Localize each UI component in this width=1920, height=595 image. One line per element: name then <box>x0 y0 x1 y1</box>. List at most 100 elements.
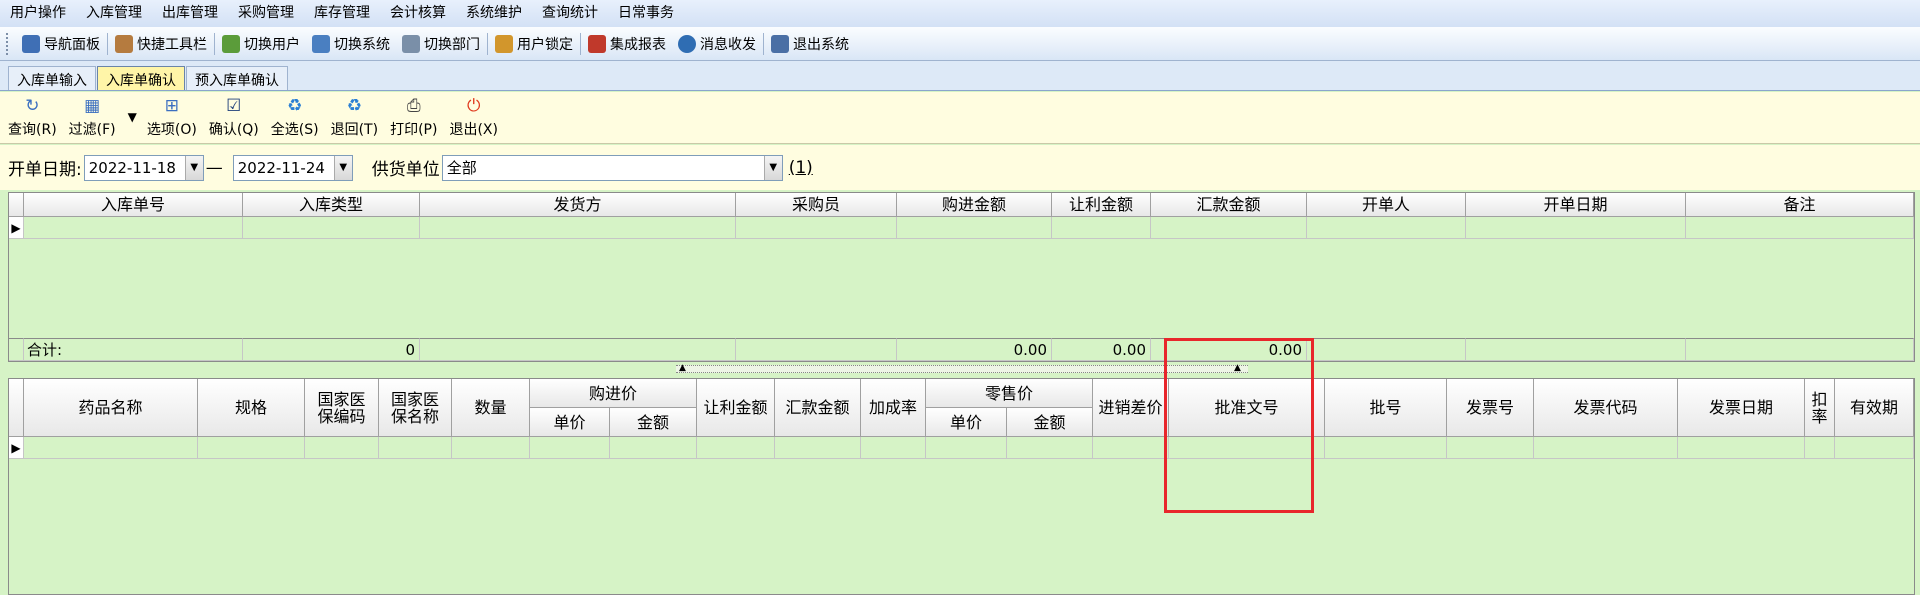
table-row[interactable] <box>198 437 305 459</box>
col-purchase-amount[interactable]: 购进金额 <box>897 193 1052 217</box>
switch-system-button[interactable]: 切换系统 <box>306 29 396 59</box>
col-issue-date[interactable]: 开单日期 <box>1466 193 1686 217</box>
table-row[interactable] <box>1151 217 1307 239</box>
table-row[interactable] <box>1686 217 1914 239</box>
switch-department-button[interactable]: 切换部门 <box>396 29 486 59</box>
table-row[interactable] <box>1093 437 1169 459</box>
menu-purchase[interactable]: 采购管理 <box>228 0 304 27</box>
menu-user-ops[interactable]: 用户操作 <box>0 0 76 27</box>
menu-daily-affairs[interactable]: 日常事务 <box>608 0 684 27</box>
print-button[interactable]: ⎙ 打印(P) <box>390 95 437 139</box>
table-row[interactable] <box>24 437 198 459</box>
col-purchase-amount[interactable]: 金额 <box>610 408 697 437</box>
chevron-down-icon[interactable]: ▼ <box>763 155 782 180</box>
col-remit-amount[interactable]: 汇款金额 <box>775 379 861 437</box>
col-purchase-price-group[interactable]: 购进价 <box>530 379 697 408</box>
filter-button[interactable]: ▦ 过滤(F) <box>69 95 116 139</box>
user-lock-button[interactable]: 用户锁定 <box>489 29 579 59</box>
col-deduction-rate[interactable]: 扣率 <box>1805 379 1835 437</box>
table-row[interactable] <box>1325 437 1447 459</box>
table-row[interactable] <box>897 217 1052 239</box>
col-order-no[interactable]: 入库单号 <box>24 193 243 217</box>
col-drug-name[interactable]: 药品名称 <box>24 379 198 437</box>
table-row[interactable] <box>736 217 897 239</box>
toolbar-grip[interactable] <box>6 32 10 55</box>
table-row[interactable] <box>1007 437 1093 459</box>
col-margin-difference[interactable]: 进销差价 <box>1093 379 1169 437</box>
grid-splitter[interactable] <box>676 365 1248 373</box>
menu-stock-in[interactable]: 入库管理 <box>76 0 152 27</box>
table-row[interactable] <box>1307 217 1466 239</box>
col-remarks[interactable]: 备注 <box>1686 193 1914 217</box>
table-row[interactable] <box>1052 217 1151 239</box>
col-retail-price-group[interactable]: 零售价 <box>926 379 1093 408</box>
shortcut-toolbar-button[interactable]: 快捷工具栏 <box>109 29 213 59</box>
table-row[interactable] <box>861 437 926 459</box>
filter-dropdown-arrow-icon[interactable]: ▼ <box>128 110 137 124</box>
col-stock-in-type[interactable]: 入库类型 <box>243 193 420 217</box>
table-row[interactable] <box>697 437 775 459</box>
exit-system-button[interactable]: 退出系统 <box>765 29 855 59</box>
chevron-down-icon[interactable]: ▼ <box>333 155 352 180</box>
table-row[interactable] <box>926 437 1007 459</box>
supplier-count-link[interactable]: (1) <box>789 158 813 178</box>
table-row[interactable] <box>305 437 379 459</box>
col-discount-amount[interactable]: 让利金额 <box>1052 193 1151 217</box>
table-row[interactable] <box>1805 437 1835 459</box>
col-markup-rate[interactable]: 加成率 <box>861 379 926 437</box>
supplier-select[interactable]: 全部 ▼ <box>441 154 783 181</box>
col-invoice-number[interactable]: 发票号 <box>1447 379 1534 437</box>
select-all-button[interactable]: ♻ 全选(S) <box>271 95 319 139</box>
menu-accounting[interactable]: 会计核算 <box>380 0 456 27</box>
chevron-down-icon[interactable]: ▼ <box>184 155 203 180</box>
options-button[interactable]: ⊞ 选项(O) <box>147 95 197 139</box>
date-from-picker[interactable]: 2022-11-18 ▼ <box>83 154 204 181</box>
col-nhis-code[interactable]: 国家医保编码 <box>305 379 379 437</box>
navigation-panel-button[interactable]: 导航面板 <box>16 29 106 59</box>
col-quantity[interactable]: 数量 <box>452 379 530 437</box>
tab-stock-in-confirm[interactable]: 入库单确认 <box>97 66 185 90</box>
col-invoice-date[interactable]: 发票日期 <box>1678 379 1805 437</box>
return-button[interactable]: ♻ 退回(T) <box>331 95 378 139</box>
date-to-picker[interactable]: 2022-11-24 ▼ <box>232 154 353 181</box>
table-row[interactable] <box>1835 437 1914 459</box>
exit-button[interactable]: ⏻ 退出(X) <box>449 95 498 139</box>
table-row[interactable] <box>24 217 243 239</box>
table-row[interactable] <box>530 437 610 459</box>
col-retail-amount[interactable]: 金额 <box>1007 408 1093 437</box>
switch-user-button[interactable]: 切换用户 <box>216 29 306 59</box>
confirm-button[interactable]: ☑ 确认(Q) <box>209 95 259 139</box>
integrated-report-button[interactable]: 集成报表 <box>582 29 672 59</box>
table-row[interactable] <box>420 217 736 239</box>
query-button[interactable]: ↻ 查询(R) <box>8 95 57 139</box>
col-remit-amount[interactable]: 汇款金额 <box>1151 193 1307 217</box>
col-purchaser[interactable]: 采购员 <box>736 193 897 217</box>
table-row[interactable] <box>452 437 530 459</box>
table-row[interactable] <box>1466 217 1686 239</box>
col-batch-number[interactable]: 批号 <box>1325 379 1447 437</box>
table-row[interactable] <box>610 437 697 459</box>
table-row[interactable] <box>379 437 452 459</box>
tab-pre-stock-in-confirm[interactable]: 预入库单确认 <box>186 66 288 90</box>
col-discount-amount[interactable]: 让利金额 <box>697 379 775 437</box>
table-row[interactable] <box>1678 437 1805 459</box>
message-button[interactable]: 消息收发 <box>672 29 762 59</box>
col-invoice-code[interactable]: 发票代码 <box>1534 379 1678 437</box>
table-row[interactable] <box>775 437 861 459</box>
tab-stock-in-entry[interactable]: 入库单输入 <box>8 66 96 90</box>
menu-system[interactable]: 系统维护 <box>456 0 532 27</box>
col-shipper[interactable]: 发货方 <box>420 193 736 217</box>
table-row[interactable] <box>1447 437 1534 459</box>
col-nhis-name[interactable]: 国家医保名称 <box>379 379 452 437</box>
col-issuer[interactable]: 开单人 <box>1307 193 1466 217</box>
col-retail-unit-price[interactable]: 单价 <box>926 408 1007 437</box>
splitter-up-arrow-icon[interactable]: ▲ <box>679 363 686 373</box>
table-row[interactable] <box>243 217 420 239</box>
col-expiry-date[interactable]: 有效期 <box>1835 379 1914 437</box>
menu-stock-out[interactable]: 出库管理 <box>152 0 228 27</box>
table-row[interactable] <box>1534 437 1678 459</box>
col-spec[interactable]: 规格 <box>198 379 305 437</box>
menu-inventory[interactable]: 库存管理 <box>304 0 380 27</box>
menu-query-stats[interactable]: 查询统计 <box>532 0 608 27</box>
col-purchase-unit-price[interactable]: 单价 <box>530 408 610 437</box>
